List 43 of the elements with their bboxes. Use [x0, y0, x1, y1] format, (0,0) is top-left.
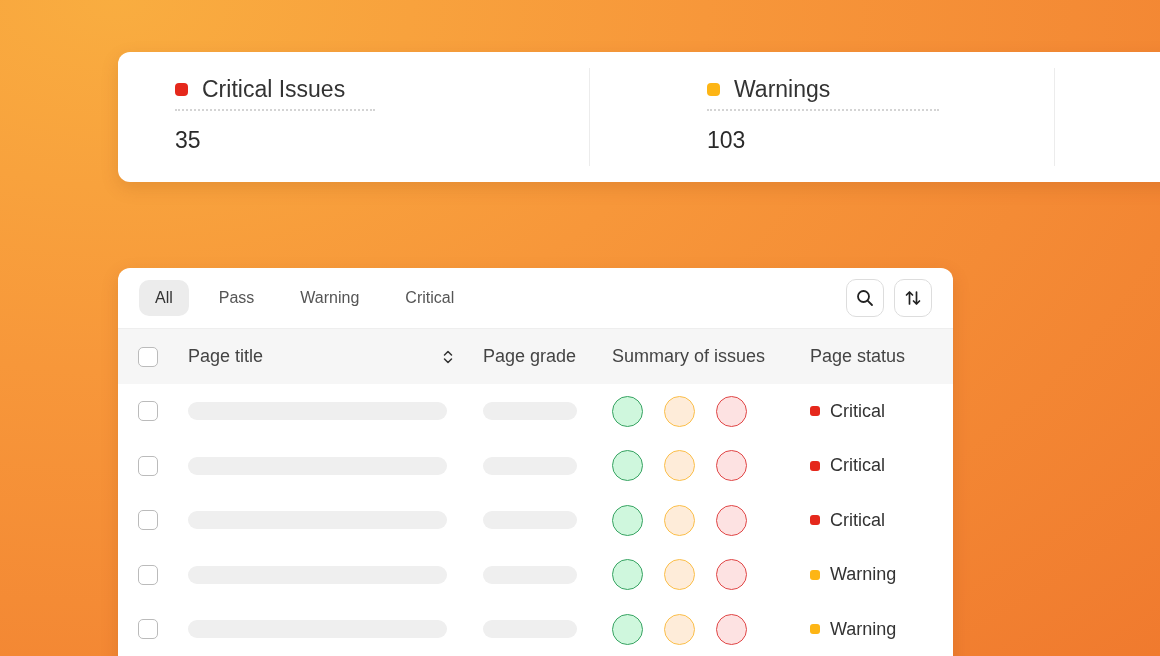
warning-circle-icon	[664, 450, 695, 482]
warning-circle-icon	[664, 559, 695, 591]
row-checkbox[interactable]	[138, 510, 158, 531]
filter-tab[interactable]: Pass	[202, 280, 271, 316]
critical-circle-icon	[716, 504, 747, 536]
warning-circle-icon	[664, 395, 695, 427]
status-label: Critical	[830, 400, 885, 422]
filter-tab[interactable]: Warning	[284, 280, 376, 316]
column-header: Page grade	[483, 346, 578, 367]
stat-label: Critical Issues	[202, 76, 346, 103]
status-label: Critical	[830, 455, 885, 477]
pass-circle-icon	[612, 395, 643, 427]
pass-circle-icon	[612, 450, 643, 482]
critical-circle-icon	[716, 559, 747, 591]
critical-circle-icon	[716, 613, 747, 645]
row-checkbox[interactable]	[138, 401, 158, 422]
row-checkbox[interactable]	[138, 564, 158, 585]
pass-circle-icon	[612, 504, 643, 536]
filter-tab[interactable]: Critical	[389, 280, 471, 316]
critical-circle-icon	[716, 395, 747, 427]
search-button[interactable]	[846, 279, 884, 317]
search-icon	[856, 289, 874, 307]
sort-arrows-icon	[904, 289, 922, 307]
column-header: Page title	[188, 346, 264, 367]
row-checkbox[interactable]	[138, 619, 158, 640]
status-label: Warning	[830, 564, 897, 586]
select-all-checkbox[interactable]	[138, 346, 158, 367]
sort-chevrons-icon[interactable]	[443, 348, 453, 365]
warning-circle-icon	[664, 504, 695, 536]
status-label: Warning	[830, 618, 897, 640]
status-label: Critical	[830, 509, 885, 531]
stat-label: Warnings	[734, 76, 831, 103]
column-header: Summary of issues	[612, 346, 767, 367]
pass-circle-icon	[612, 559, 643, 591]
critical-circle-icon	[716, 450, 747, 482]
sort-button[interactable]	[894, 279, 932, 317]
row-checkbox[interactable]	[138, 455, 158, 476]
warning-circle-icon	[664, 613, 695, 645]
stat-value: 35	[175, 127, 201, 154]
filter-tab[interactable]: All	[139, 280, 189, 316]
column-header: Page status	[810, 346, 907, 367]
stat-value: 103	[707, 127, 746, 154]
pass-circle-icon	[612, 613, 643, 645]
